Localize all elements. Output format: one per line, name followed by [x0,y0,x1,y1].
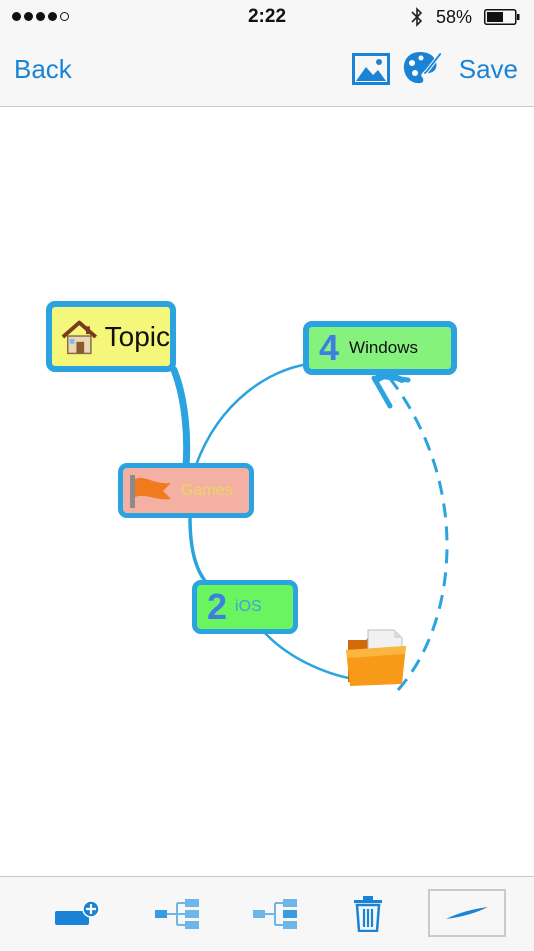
priority-number: 4 [319,327,340,368]
priority-number: 2 [207,586,228,627]
node-games[interactable]: Games [118,463,254,518]
add-sibling-icon [253,899,297,929]
add-child-button[interactable] [138,877,218,951]
pen-icon [446,907,488,919]
connection-games-ios [188,517,208,584]
add-sibling-button[interactable] [236,877,316,951]
node-label: Windows [349,338,418,357]
bottom-toolbar [0,876,534,951]
draw-line-button[interactable] [428,889,506,937]
node-ios[interactable]: 2 iOS [192,580,298,634]
node-windows[interactable]: 4 Windows [303,321,457,375]
add-topic-button[interactable] [38,877,118,951]
node-label: Games [181,481,233,499]
connection-topic-games [170,366,191,470]
flag-icon [130,474,171,508]
node-label: iOS [235,598,262,615]
connection-games-windows [194,362,309,466]
mindmap-connections [170,362,449,691]
add-topic-icon [55,900,100,925]
house-icon [61,320,98,354]
node-label: Topic [104,320,170,352]
delete-button[interactable] [328,877,408,951]
trash-icon [354,896,382,932]
node-topic[interactable]: Topic [46,301,176,372]
add-child-icon [155,899,199,929]
folder-icon[interactable] [344,626,410,690]
